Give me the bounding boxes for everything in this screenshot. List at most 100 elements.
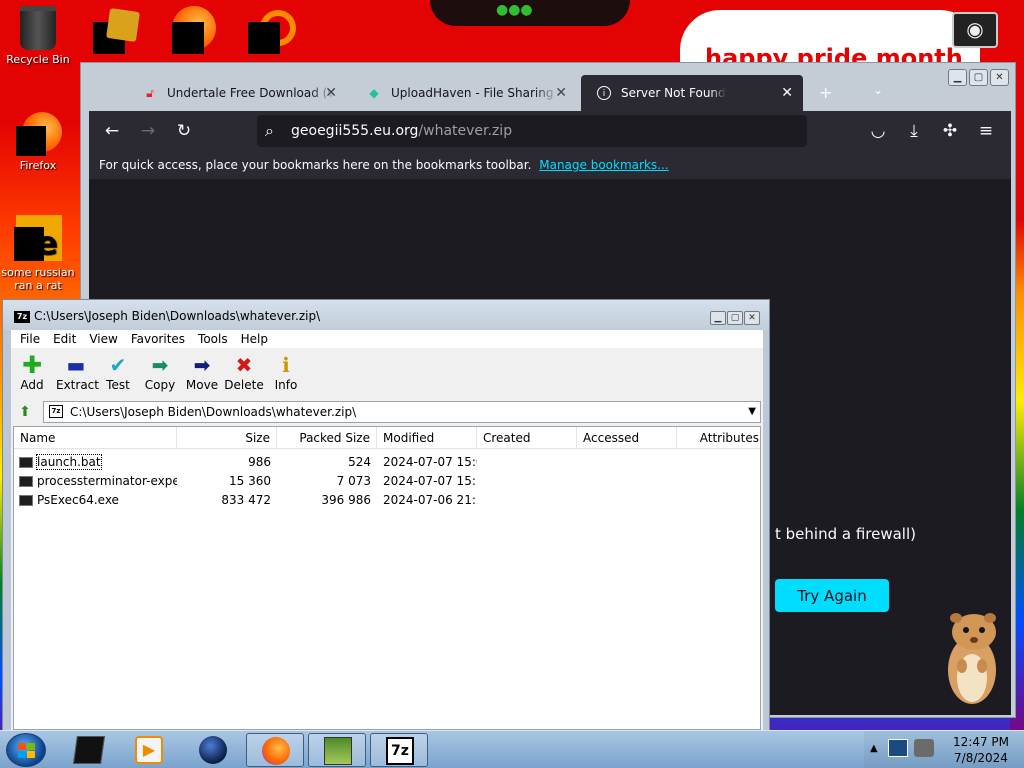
maximize-icon[interactable]: ▢ [969, 69, 988, 86]
menu-favorites[interactable]: Favorites [131, 330, 185, 348]
add-button[interactable]: ✚ Add [12, 352, 52, 392]
minimize-icon[interactable]: ▁ [710, 311, 726, 325]
file-packed-size: 396 986 [321, 493, 371, 507]
window-title: C:\Users\Joseph Biden\Downloads\whatever… [34, 309, 321, 323]
column-name[interactable]: Name [14, 427, 177, 449]
media-player-icon: ▶ [135, 736, 163, 764]
window-controls: ▁ ▢ ✕ [709, 309, 760, 325]
tab-uploadhaven[interactable]: ◆ UploadHaven - File Sharing Ma ✕ [351, 75, 577, 111]
error-text: t behind a firewall) [775, 525, 916, 543]
tool-label: Info [274, 378, 298, 392]
taskbar: ▶ 7z ▲ 12:47 PM 7/8/2024 [0, 730, 1024, 768]
taskbar-item-globe[interactable] [184, 733, 242, 767]
reload-icon[interactable]: ↻ [171, 119, 197, 143]
tab-label: Undertale Free Download (v1.08 [167, 86, 335, 100]
column-created[interactable]: Created [477, 427, 577, 449]
manage-bookmarks-link[interactable]: Manage bookmarks... [539, 158, 668, 172]
new-tab-icon[interactable]: + [819, 83, 832, 102]
url-bar[interactable]: ⌕ geoegii555.eu.org/whatever.zip [257, 115, 807, 147]
table-row[interactable]: processterminator-expe... 15 360 7 073 2… [14, 472, 760, 491]
uploadhaven-icon: ◆ [369, 86, 379, 100]
menu-view[interactable]: View [89, 330, 117, 348]
info-icon: ℹ [282, 353, 290, 377]
file-modified: 2024-07-07 15:14 [383, 474, 477, 488]
window-controls: ▁ ▢ ✕ [946, 69, 1009, 86]
tab-undertale[interactable]: 🔓︎ Undertale Free Download (v1.08 ✕ [127, 75, 347, 111]
show-hidden-icons-icon[interactable]: ▲ [870, 743, 878, 754]
extensions-icon[interactable]: ✣ [937, 119, 963, 143]
test-button[interactable]: ✔ Test [98, 352, 138, 392]
nav-toolbar: ← → ↻ ⌕ geoegii555.eu.org/whatever.zip ◡… [89, 111, 1011, 151]
desktop-icon-redacted-2[interactable] [172, 22, 204, 54]
plus-icon: ✚ [21, 351, 43, 379]
menu-help[interactable]: Help [241, 330, 268, 348]
try-again-button[interactable]: Try Again [775, 579, 889, 612]
move-button[interactable]: ➡ Move [182, 352, 222, 392]
bookmarks-hint: For quick access, place your bookmarks h… [99, 158, 532, 172]
column-modified[interactable]: Modified [377, 427, 477, 449]
desktop-icon-recycle-bin[interactable]: Recycle Bin [0, 6, 76, 66]
webcam-widget-icon[interactable]: ◉ [952, 12, 998, 48]
rat-app-icon: e [14, 215, 62, 263]
taskbar-item-box[interactable] [60, 733, 118, 767]
top-decoration: ●●● [430, 0, 630, 26]
firefox-icon [262, 737, 290, 765]
tab-label: Server Not Found [621, 86, 726, 100]
menu-file[interactable]: File [20, 330, 40, 348]
taskbar-item-7zip[interactable]: 7z [370, 733, 428, 767]
copy-button[interactable]: ➡ Copy [140, 352, 180, 392]
menu-tools[interactable]: Tools [198, 330, 228, 348]
clock[interactable]: 12:47 PM 7/8/2024 [942, 734, 1020, 766]
firefox-icon [16, 112, 62, 156]
taskbar-item-media[interactable]: ▶ [120, 733, 178, 767]
menu-edit[interactable]: Edit [53, 330, 76, 348]
column-accessed[interactable]: Accessed [577, 427, 677, 449]
list-tabs-icon[interactable]: ⌄ [873, 83, 883, 97]
path-field[interactable]: 7z C:\Users\Joseph Biden\Downloads\whate… [43, 401, 761, 423]
network-icon[interactable] [888, 739, 908, 757]
column-size[interactable]: Size [177, 427, 277, 449]
menu-icon[interactable]: ≡ [973, 119, 999, 143]
start-button[interactable] [6, 733, 46, 767]
forward-icon[interactable]: → [135, 119, 161, 143]
desktop-icon-redacted-3[interactable] [248, 22, 280, 54]
volume-icon[interactable] [914, 739, 934, 757]
hamster-app-icon [324, 737, 352, 765]
close-tab-icon[interactable]: ✕ [555, 75, 567, 111]
title-bar[interactable]: 7z C:\Users\Joseph Biden\Downloads\whate… [3, 300, 769, 330]
table-row[interactable]: PsExec64.exe 833 472 396 986 2024-07-06 … [14, 491, 760, 510]
menu-bar: File Edit View Favorites Tools Help [11, 330, 763, 348]
close-tab-icon[interactable]: ✕ [781, 75, 793, 111]
list-header: Name Size Packed Size Modified Created A… [14, 427, 760, 449]
clock-date: 7/8/2024 [954, 751, 1008, 765]
close-icon[interactable]: ✕ [990, 69, 1009, 86]
minimize-icon[interactable]: ▁ [948, 69, 967, 86]
path-text: C:\Users\Joseph Biden\Downloads\whatever… [70, 405, 357, 419]
folder-up-icon[interactable]: ⬆ [15, 402, 35, 422]
globe-icon [199, 736, 227, 764]
desktop-icon-rat[interactable]: e some russian ran a rat [0, 215, 76, 292]
desktop-icon-firefox[interactable]: Firefox [0, 112, 76, 172]
tab-server-not-found[interactable]: i Server Not Found ✕ [581, 75, 803, 111]
file-modified: 2024-07-06 21:59 [383, 493, 477, 507]
column-packed-size[interactable]: Packed Size [277, 427, 377, 449]
dropdown-arrow-icon[interactable]: ▼ [748, 402, 756, 422]
delete-button[interactable]: ✖ Delete [224, 352, 264, 392]
taskbar-item-hamster-app[interactable] [308, 733, 366, 767]
downloads-icon[interactable]: ⤓ [901, 119, 927, 143]
info-button[interactable]: ℹ Info [266, 352, 306, 392]
taskbar-item-firefox[interactable] [246, 733, 304, 767]
column-attributes[interactable]: Attributes [677, 427, 760, 449]
close-tab-icon[interactable]: ✕ [325, 75, 337, 111]
pocket-icon[interactable]: ◡ [865, 119, 891, 143]
close-icon[interactable]: ✕ [744, 311, 760, 325]
windows-logo-icon [18, 743, 36, 759]
sevenzip-icon: 7z [386, 737, 414, 765]
tab-label: UploadHaven - File Sharing Ma [391, 86, 559, 100]
url-text: geoegii555.eu.org/whatever.zip [291, 123, 513, 139]
table-row[interactable]: launch.bat 986 524 2024-07-07 15:07 [14, 453, 760, 472]
back-icon[interactable]: ← [99, 119, 125, 143]
extract-button[interactable]: ▬ Extract [56, 352, 99, 392]
maximize-icon[interactable]: ▢ [727, 311, 743, 325]
info-circle-icon: i [597, 86, 611, 100]
